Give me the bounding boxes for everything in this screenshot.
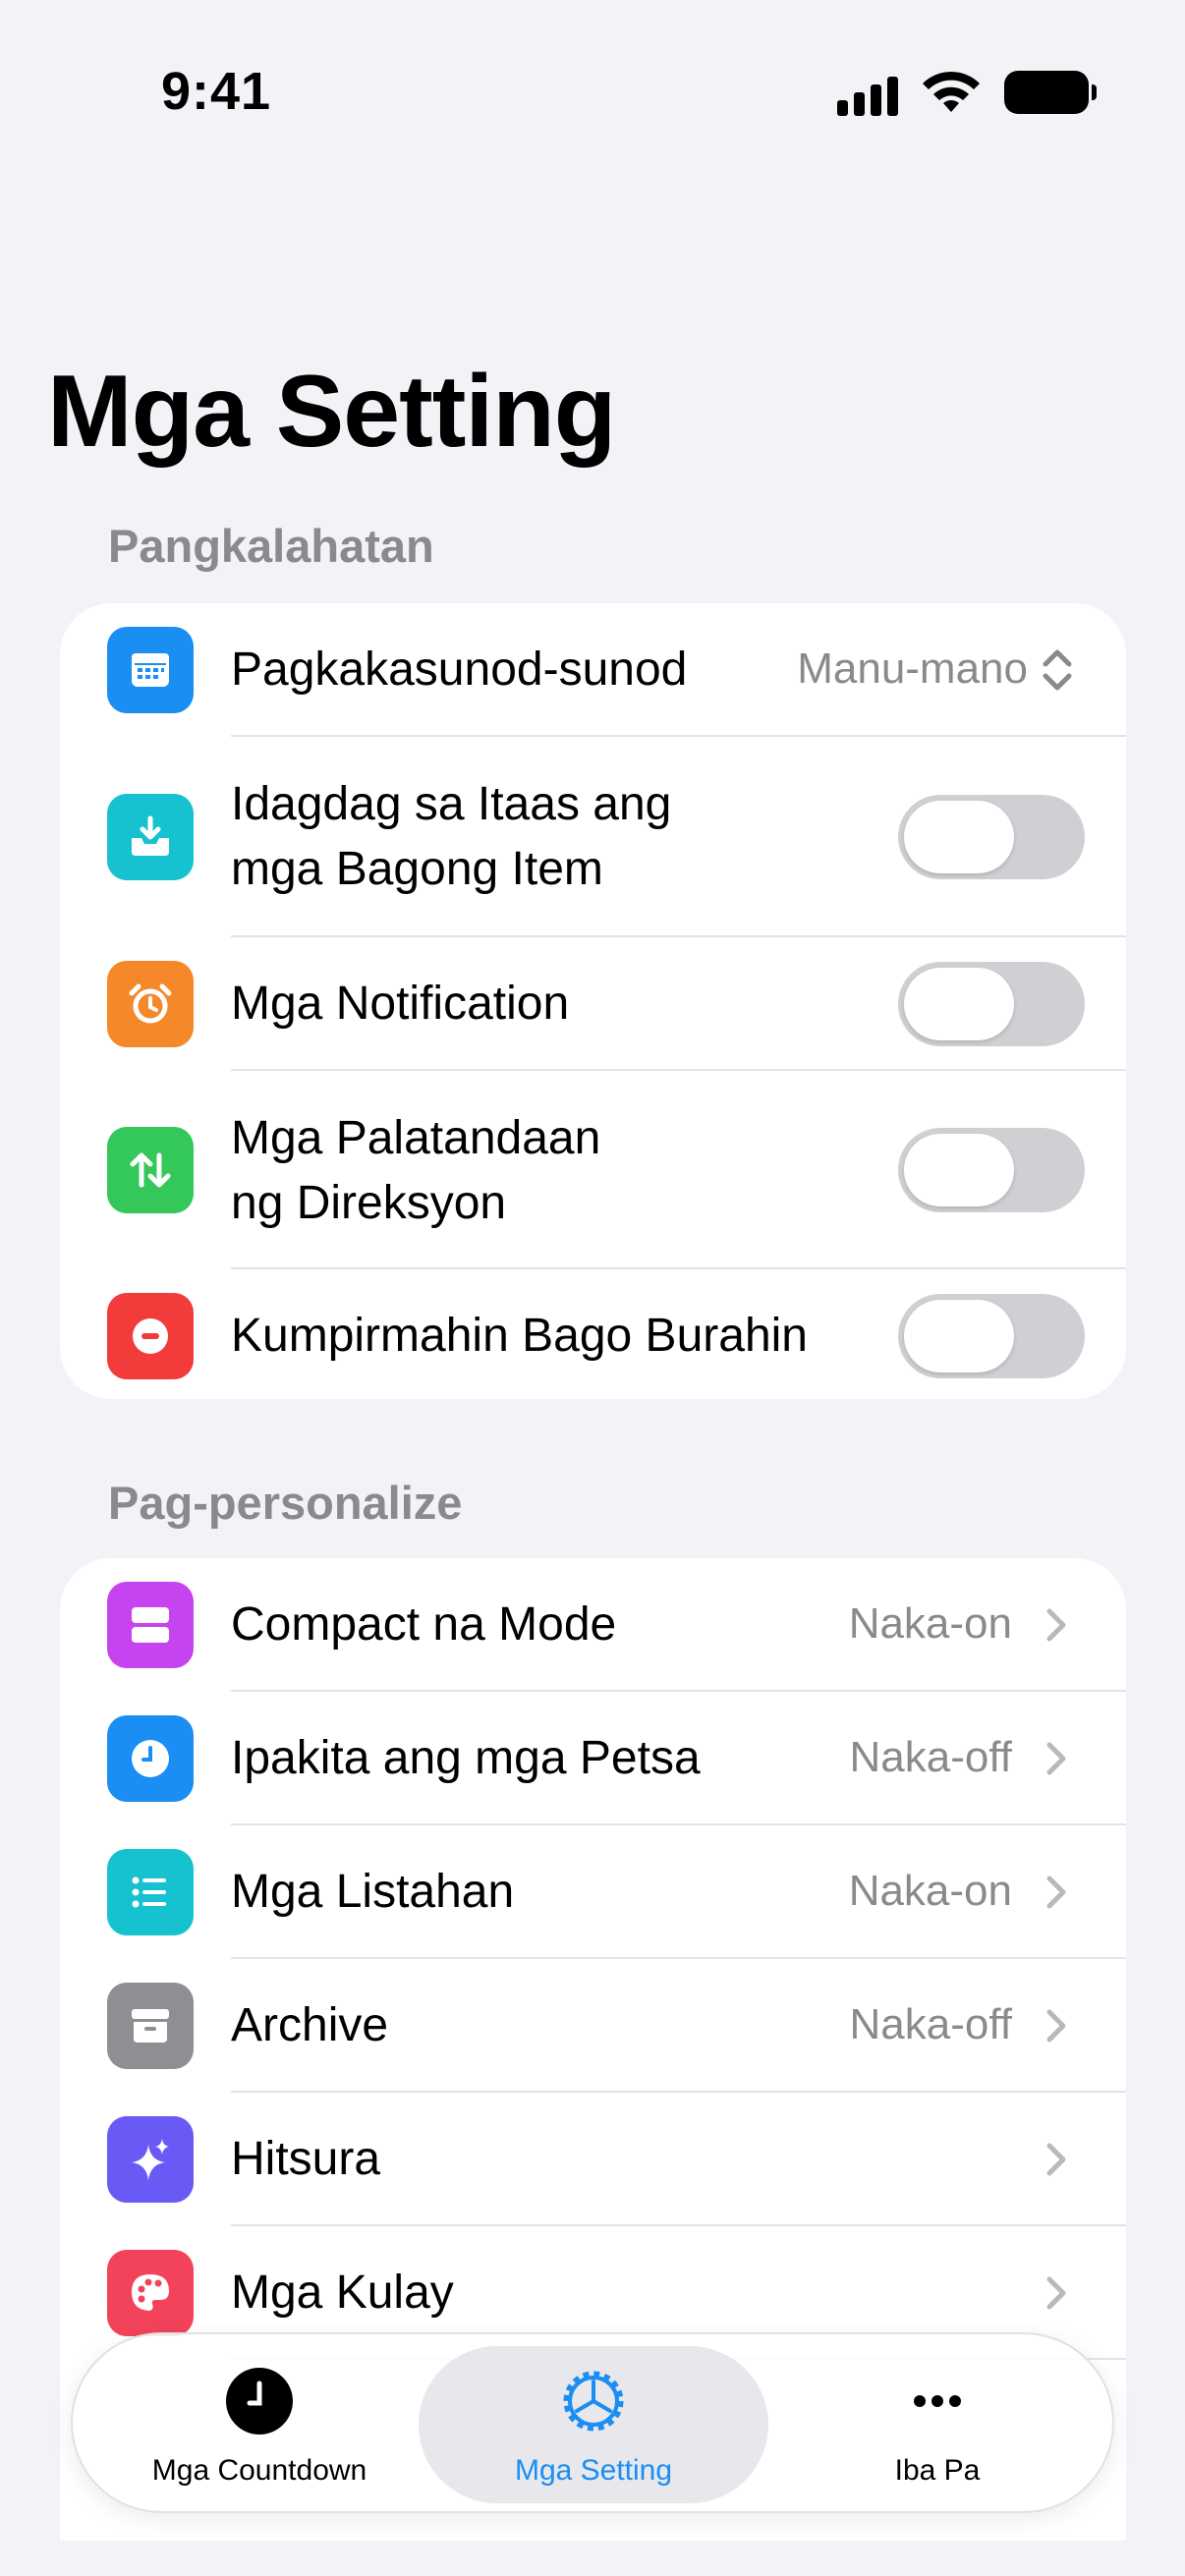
notifications-label: Mga Notification — [231, 978, 570, 1030]
lists-row[interactable]: Mga Listahan Naka-on — [60, 1825, 1126, 1959]
lists-value: Naka-on — [848, 1867, 1012, 1915]
direction-indicators-row: Mga Palatandaan ng Direksyon — [60, 1071, 1126, 1269]
chevron-right-icon — [1046, 1608, 1066, 1642]
confirm-delete-label: Kumpirmahin Bago Burahin — [231, 1310, 808, 1362]
compact-mode-row[interactable]: Compact na Mode Naka-on — [60, 1558, 1126, 1692]
status-icons — [837, 69, 1097, 116]
chevron-right-icon — [1046, 2009, 1066, 2043]
tab-bar: Mga Countdown Mga Setting Iba Pa — [71, 2332, 1114, 2513]
add-to-top-label-line1: Idagdag sa Itaas ang — [231, 778, 672, 830]
archive-label: Archive — [231, 1999, 389, 2051]
archive-value: Naka-off — [849, 2000, 1013, 2048]
general-group: Pagkakasunod-sunod Manu-mano Idagdag sa … — [60, 603, 1126, 1399]
wifi-icon — [923, 71, 980, 112]
chevron-right-icon — [1046, 2276, 1066, 2310]
clock-icon — [226, 2368, 293, 2435]
tray-download-icon — [107, 794, 194, 880]
tab-more-label: Iba Pa — [894, 2454, 981, 2487]
page-title: Mga Setting — [47, 355, 616, 469]
notifications-toggle[interactable] — [898, 962, 1085, 1046]
battery-icon — [1004, 71, 1097, 114]
rectangles-stack-icon — [107, 1582, 194, 1668]
chevron-right-icon — [1046, 2143, 1066, 2176]
tab-settings-label: Mga Setting — [514, 2454, 673, 2487]
show-dates-label: Ipakita ang mga Petsa — [231, 1732, 701, 1784]
lists-label: Mga Listahan — [231, 1866, 515, 1918]
alarm-clock-icon — [107, 961, 194, 1047]
calendar-icon — [107, 627, 194, 713]
appearance-label: Hitsura — [231, 2133, 381, 2185]
direction-toggle[interactable] — [898, 1128, 1085, 1212]
show-dates-row[interactable]: Ipakita ang mga Petsa Naka-off — [60, 1692, 1126, 1825]
archive-row[interactable]: Archive Naka-off — [60, 1959, 1126, 2093]
compact-mode-label: Compact na Mode — [231, 1598, 617, 1651]
sort-order-label: Pagkakasunod-sunod — [231, 644, 688, 696]
tab-settings[interactable]: Mga Setting — [419, 2334, 768, 2515]
sparkles-icon — [107, 2116, 194, 2203]
appearance-row[interactable]: Hitsura — [60, 2093, 1126, 2226]
arrows-up-down-icon — [107, 1127, 194, 1213]
direction-label-line1: Mga Palatandaan — [231, 1112, 601, 1164]
tab-countdowns-label: Mga Countdown — [151, 2454, 367, 2487]
chevron-right-icon — [1046, 1742, 1066, 1775]
chevron-right-icon — [1046, 1876, 1066, 1909]
status-bar: 9:41 — [0, 0, 1185, 187]
sort-order-row[interactable]: Pagkakasunod-sunod Manu-mano — [60, 603, 1126, 737]
compact-mode-value: Naka-on — [848, 1599, 1012, 1648]
minus-circle-icon — [107, 1293, 194, 1379]
add-to-top-label-line2: mga Bagong Item — [231, 843, 603, 895]
tab-countdowns[interactable]: Mga Countdown — [92, 2334, 426, 2515]
sort-order-value: Manu-mano — [797, 644, 1028, 693]
palette-icon — [107, 2250, 194, 2336]
add-to-top-toggle[interactable] — [898, 795, 1085, 879]
direction-label-line2: ng Direksyon — [231, 1177, 507, 1229]
ellipsis-icon — [914, 2395, 961, 2407]
status-time: 9:41 — [161, 62, 272, 121]
clock-icon — [107, 1715, 194, 1802]
section-header-general: Pangkalahatan — [108, 520, 434, 572]
colors-label: Mga Kulay — [231, 2267, 454, 2319]
add-to-top-row: Idagdag sa Itaas ang mga Bagong Item — [60, 737, 1126, 937]
chevron-up-down-icon — [1043, 649, 1072, 691]
confirm-delete-row: Kumpirmahin Bago Burahin — [60, 1269, 1126, 1399]
tab-more[interactable]: Iba Pa — [770, 2334, 1104, 2515]
show-dates-value: Naka-off — [849, 1733, 1013, 1781]
cellular-signal-icon — [837, 69, 898, 116]
notifications-row: Mga Notification — [60, 937, 1126, 1071]
section-header-personalize: Pag-personalize — [108, 1477, 463, 1529]
archive-box-icon — [107, 1983, 194, 2069]
list-bullet-icon — [107, 1849, 194, 1935]
confirm-delete-toggle[interactable] — [898, 1294, 1085, 1378]
gear-icon — [563, 2371, 624, 2432]
